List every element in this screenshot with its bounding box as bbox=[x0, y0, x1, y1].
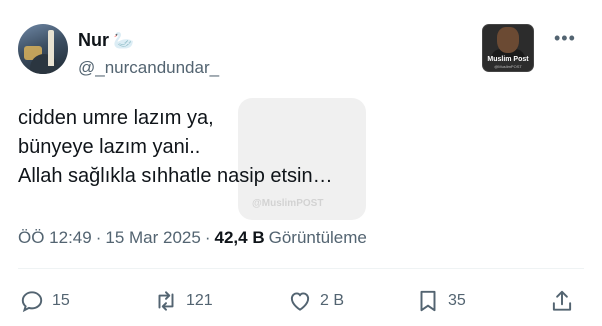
badge-title: Muslim Post bbox=[487, 56, 529, 63]
author-name[interactable]: Nur bbox=[78, 30, 109, 51]
badge-face bbox=[497, 27, 519, 53]
tweet-text: cidden umre lazım ya, bünyeye lazım yani… bbox=[18, 104, 333, 191]
views-count: 42,4 B bbox=[214, 228, 265, 247]
bookmark-count: 35 bbox=[448, 292, 466, 309]
tweet-line: Allah sağlıkla sıhhatle nasip etsin… bbox=[18, 165, 333, 187]
like-button[interactable]: 2 B bbox=[286, 288, 344, 314]
like-count: 2 B bbox=[320, 292, 345, 309]
tweet-time[interactable]: ÖÖ 12:49 bbox=[18, 228, 92, 248]
reply-count: 15 bbox=[52, 292, 70, 309]
tweet-line: bünyeye lazım yani.. bbox=[18, 136, 201, 158]
author-handle[interactable]: @_nurcandundar_ bbox=[78, 58, 219, 78]
muslim-post-badge: Muslim Post @MuslimPOST bbox=[482, 24, 534, 72]
author-avatar[interactable] bbox=[18, 24, 68, 74]
share-icon bbox=[552, 290, 572, 311]
tweet-date[interactable]: 15 Mar 2025 bbox=[105, 228, 200, 248]
bookmark-button[interactable]: 35 bbox=[414, 288, 466, 314]
divider bbox=[18, 268, 584, 269]
swan-icon: 🦢 bbox=[113, 30, 135, 50]
avatar-tower bbox=[48, 30, 54, 66]
meta-separator: · bbox=[204, 228, 211, 247]
retweet-icon bbox=[158, 291, 174, 311]
action-bar: 15 121 2 B 35 bbox=[18, 288, 584, 314]
retweet-count: 121 bbox=[186, 292, 213, 309]
retweet-button[interactable]: 121 bbox=[152, 288, 213, 314]
bookmark-icon bbox=[420, 290, 436, 312]
tweet-meta: ÖÖ 12:49 · 15 Mar 2025 · 42,4 B Görüntül… bbox=[18, 228, 367, 248]
share-button[interactable] bbox=[548, 288, 576, 314]
watermark-text: @MuslimPOST bbox=[252, 198, 324, 209]
views-label: Görüntüleme bbox=[268, 228, 367, 247]
reply-icon bbox=[21, 291, 43, 313]
badge-handle: @MuslimPOST bbox=[494, 64, 522, 69]
tweet-line: cidden umre lazım ya, bbox=[18, 107, 214, 129]
reply-button[interactable]: 15 bbox=[18, 288, 70, 314]
tweet-card: Nur 🦢 @_nurcandundar_ Muslim Post @Musli… bbox=[0, 0, 602, 326]
author-name-row: Nur 🦢 bbox=[78, 30, 134, 51]
more-icon[interactable]: ••• bbox=[554, 28, 576, 49]
like-icon bbox=[290, 292, 310, 311]
meta-separator: · bbox=[95, 228, 102, 247]
